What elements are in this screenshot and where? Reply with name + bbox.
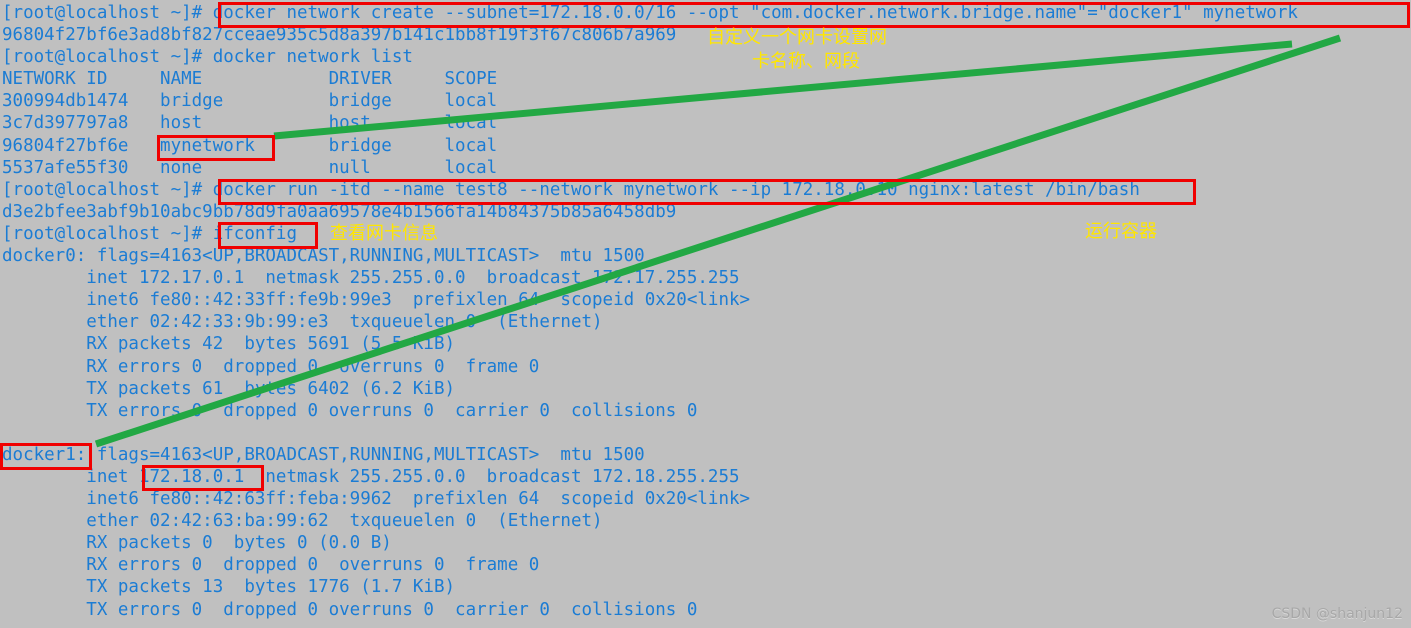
terminal-line: ether 02:42:33:9b:99:e3 txqueuelen 0 (Et… — [2, 312, 603, 333]
terminal-screenshot: [root@localhost ~]# docker network creat… — [0, 0, 1411, 628]
terminal-line: TX errors 0 dropped 0 overruns 0 carrier… — [2, 599, 698, 620]
terminal-line: RX errors 0 dropped 0 overruns 0 frame 0 — [2, 356, 540, 377]
terminal-line: TX errors 0 dropped 0 overruns 0 carrier… — [2, 400, 698, 421]
terminal-line: inet 172.17.0.1 netmask 255.255.0.0 broa… — [2, 268, 740, 289]
terminal-output[interactable]: [root@localhost ~]# docker network creat… — [0, 0, 1411, 628]
terminal-line: NETWORK ID NAME DRIVER SCOPE — [2, 69, 498, 90]
terminal-line: TX packets 61 bytes 6402 (6.2 KiB) — [2, 378, 456, 399]
terminal-line: [root@localhost ~]# ifconfig — [2, 223, 298, 244]
terminal-line: [root@localhost ~]# docker network list — [2, 47, 413, 68]
terminal-line: 5537afe55f30 none null local — [2, 157, 498, 178]
terminal-line: ether 02:42:63:ba:99:62 txqueuelen 0 (Et… — [2, 511, 603, 532]
terminal-line: inet 172.18.0.1 netmask 255.255.0.0 broa… — [2, 466, 740, 487]
terminal-line: 300994db1474 bridge bridge local — [2, 91, 498, 112]
terminal-line: 3c7d397797a8 host host local — [2, 113, 498, 134]
terminal-line: RX packets 42 bytes 5691 (5.5 KiB) — [2, 334, 456, 355]
terminal-line: 96804f27bf6e3ad8bf827cceae935c5d8a397b14… — [2, 25, 677, 46]
terminal-line: RX errors 0 dropped 0 overruns 0 frame 0 — [2, 555, 540, 576]
terminal-line: [root@localhost ~]# docker run -itd --na… — [2, 179, 1140, 200]
terminal-line: d3e2bfee3abf9b10abc9bb78d9fa0aa69578e4b1… — [2, 201, 677, 222]
terminal-line: inet6 fe80::42:33ff:fe9b:99e3 prefixlen … — [2, 290, 751, 311]
terminal-line: 96804f27bf6e mynetwork bridge local — [2, 135, 498, 156]
terminal-line: TX packets 13 bytes 1776 (1.7 KiB) — [2, 577, 456, 598]
terminal-line: docker0: flags=4163<UP,BROADCAST,RUNNING… — [2, 246, 645, 267]
terminal-line: docker1: flags=4163<UP,BROADCAST,RUNNING… — [2, 444, 645, 465]
terminal-line: RX packets 0 bytes 0 (0.0 B) — [2, 533, 392, 554]
terminal-line: inet6 fe80::42:63ff:feba:9962 prefixlen … — [2, 489, 751, 510]
terminal-line: [root@localhost ~]# docker network creat… — [2, 3, 1298, 23]
